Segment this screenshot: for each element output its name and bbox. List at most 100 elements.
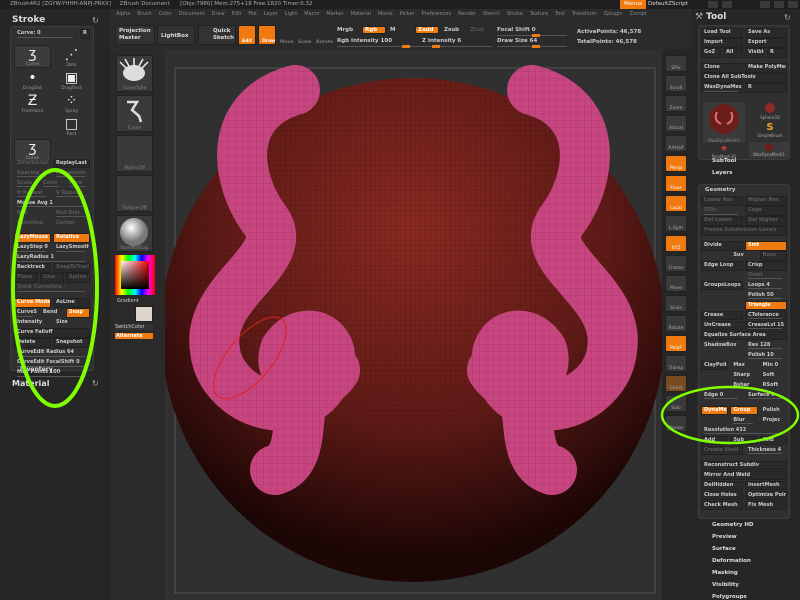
- snaptotrack-button[interactable]: SnapToTrack: [53, 263, 90, 274]
- stroke-dragdot[interactable]: • DragDot: [14, 70, 51, 91]
- curve-falloff-button[interactable]: Curve Falloff: [14, 328, 90, 338]
- polymesh3d-tool[interactable]: ★ PolyMesh3D: [703, 144, 745, 159]
- asline-button[interactable]: AsLine: [53, 298, 90, 308]
- create-shell-button[interactable]: Create Shell: [701, 445, 743, 456]
- shelf-l-sym-button[interactable]: L.Sym: [665, 215, 687, 232]
- line-button[interactable]: Line: [40, 273, 64, 284]
- default-zscript-button[interactable]: DefaultZScript: [648, 0, 703, 9]
- shelf-polyf-button[interactable]: PolyF: [665, 335, 687, 352]
- shelf-move-button[interactable]: Move: [665, 275, 687, 292]
- spacing-button[interactable]: Spacing: [14, 169, 51, 179]
- crease-button[interactable]: Crease: [701, 310, 743, 321]
- triangle-button[interactable]: Triangle: [745, 300, 787, 311]
- scale-button[interactable]: Scale: [14, 179, 38, 189]
- menu-tool[interactable]: Tool: [555, 9, 565, 19]
- import-button[interactable]: Import: [701, 37, 743, 48]
- reset-button[interactable]: R: [80, 29, 90, 39]
- focal-shift-slider[interactable]: Focal Shift 0: [497, 27, 536, 33]
- menu-layer[interactable]: Layer: [264, 9, 278, 19]
- flow-button[interactable]: Flow: [66, 179, 90, 189]
- groupsloops-button[interactable]: GroupsLoops: [701, 280, 743, 291]
- clone-all-subtools-button[interactable]: Clone All SubTools: [701, 72, 787, 83]
- undock-icon[interactable]: ↻: [92, 16, 99, 25]
- soft-button[interactable]: Soft: [760, 371, 787, 381]
- rsoft-button[interactable]: RSoft: [760, 381, 787, 391]
- inventory-section[interactable]: Inventory: [20, 366, 53, 373]
- stroke-rect[interactable]: □ Rect: [53, 116, 90, 137]
- optimize-points-button[interactable]: Optimize Points: [745, 490, 787, 501]
- minimize-button[interactable]: [708, 1, 718, 8]
- rsuv-button[interactable]: Rsuv: [759, 250, 787, 261]
- move-button[interactable]: Move: [280, 40, 294, 45]
- backtrack-button[interactable]: Backtrack: [14, 263, 51, 274]
- shelf-xyz-button[interactable]: XYZ: [665, 235, 687, 252]
- save-as-button[interactable]: Save As: [745, 28, 787, 38]
- projection-master-button[interactable]: Projection Master: [115, 25, 155, 45]
- shelf-rotate-button[interactable]: Rotate: [665, 315, 687, 332]
- model-viewport[interactable]: [165, 50, 662, 600]
- fix-mesh-button[interactable]: Fix Mesh: [745, 500, 787, 511]
- crisp-button[interactable]: Crisp: [745, 260, 787, 271]
- stroke-dots[interactable]: ⋰ Dots: [53, 45, 90, 68]
- menu-preferences[interactable]: Preferences: [422, 9, 451, 19]
- insertmesh-button[interactable]: InsertMesh: [745, 480, 787, 491]
- undock-icon[interactable]: ↻: [92, 379, 99, 388]
- load-tool-button[interactable]: Load Tool: [701, 28, 743, 38]
- document-canvas[interactable]: [165, 50, 662, 600]
- section-surface[interactable]: Surface: [712, 546, 736, 552]
- rotate-button[interactable]: Rotate: [316, 40, 333, 45]
- menu-draw[interactable]: Draw: [212, 9, 225, 19]
- max-button[interactable]: Max: [730, 361, 757, 371]
- draw-size-slider[interactable]: Draw Size 64: [497, 38, 537, 44]
- waxdynamesh-28-48-button[interactable]: WaxDynaMesh 28. 48: [701, 82, 743, 93]
- menu-transform[interactable]: Transform: [572, 9, 597, 19]
- cage-button[interactable]: Cage: [745, 205, 787, 216]
- shelf-ghost-button[interactable]: Ghost: [665, 375, 687, 392]
- section-geometry-hd[interactable]: Geometry HD: [712, 522, 754, 528]
- edge-0-button[interactable]: Edge 0: [701, 391, 743, 401]
- shelf-zoom-button[interactable]: Zoom: [665, 95, 687, 112]
- make-polymesh3d-button[interactable]: Make PolyMesh3D: [745, 62, 787, 73]
- menu-stencil[interactable]: Stencil: [483, 9, 500, 19]
- shelf-frame-button[interactable]: Frame: [665, 255, 687, 272]
- rgb-intensity-slider[interactable]: Rgb Intensity 100: [337, 38, 392, 44]
- r-button[interactable]: R: [745, 82, 787, 93]
- edge-loop-button[interactable]: Edge Loop: [701, 260, 743, 271]
- sharp-button[interactable]: Sharp: [730, 371, 757, 381]
- suv-button[interactable]: Suv: [730, 251, 757, 261]
- replaylast-button[interactable]: ReplayLast: [53, 158, 90, 169]
- geometry-section[interactable]: Geometry: [701, 187, 787, 196]
- zcut-button[interactable]: Zcut: [470, 27, 484, 33]
- freeze-subdivision-levels-button[interactable]: Freeze Subdivision Levels: [701, 225, 787, 236]
- directional-button[interactable]: Directional: [14, 159, 51, 169]
- lazystep-0-button[interactable]: LazyStep 0: [14, 243, 51, 253]
- roll-dist-button[interactable]: Roll Dist: [53, 209, 90, 219]
- sub-button[interactable]: Sub: [730, 435, 758, 446]
- stroke-thumbnail[interactable]: Curve: [116, 95, 153, 132]
- menu-alpha[interactable]: Alpha: [116, 9, 130, 19]
- and-button[interactable]: And: [759, 435, 787, 446]
- polish-50-button[interactable]: Polish 50: [745, 291, 787, 301]
- dynamesh-button[interactable]: DynaMesh: [701, 405, 729, 416]
- mrgb-button[interactable]: Mrgb: [337, 27, 353, 33]
- intensity-button[interactable]: Intensity: [14, 318, 51, 328]
- shelf-solo-button[interactable]: Solo: [665, 395, 687, 412]
- shelf-transp-button[interactable]: Transp: [665, 355, 687, 372]
- menu-file[interactable]: File: [248, 9, 256, 19]
- stroke-spray[interactable]: ⁘ Spray: [53, 93, 90, 114]
- snapshot-button[interactable]: Snapshot: [53, 338, 90, 348]
- lazyradius-1-button[interactable]: LazyRadius 1: [14, 253, 90, 263]
- delhidden-button[interactable]: DelHidden: [701, 480, 743, 491]
- material-thumbnail[interactable]: StartMatCap: [116, 215, 153, 252]
- waxdynamesh-tool[interactable]: WaxDynaMesh1: [749, 142, 789, 158]
- surface-0-button[interactable]: Surface 0: [745, 391, 787, 401]
- section-preview[interactable]: Preview: [712, 534, 737, 540]
- current-tool-thumbnail[interactable]: WaxDynaMesh1: [703, 102, 745, 143]
- layers-section[interactable]: Layers: [712, 170, 732, 176]
- add-button[interactable]: Add: [701, 435, 729, 446]
- z-intensity-slider[interactable]: Z Intensity 6: [422, 38, 461, 44]
- goz-button[interactable]: GoZ: [701, 47, 721, 58]
- lightbox-button[interactable]: LightBox: [157, 25, 195, 45]
- smt-button[interactable]: Smt: [745, 240, 787, 251]
- section-polygroups[interactable]: Polygroups: [712, 594, 747, 600]
